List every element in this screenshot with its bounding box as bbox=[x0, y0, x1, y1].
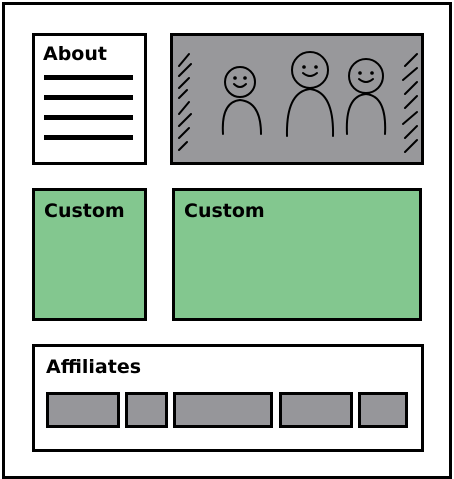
photo-block bbox=[170, 33, 424, 165]
text-line bbox=[44, 75, 133, 80]
custom-right-title: Custom bbox=[184, 200, 265, 222]
affiliate-logo bbox=[173, 392, 273, 428]
affiliates-block: Affiliates bbox=[32, 344, 424, 452]
affiliate-logo bbox=[46, 392, 120, 428]
about-title: About bbox=[43, 43, 107, 65]
text-line bbox=[44, 135, 133, 140]
affiliate-logo-row bbox=[46, 392, 408, 428]
affiliate-logo bbox=[279, 392, 353, 428]
about-block: About bbox=[32, 33, 147, 165]
affiliates-title: Affiliates bbox=[46, 356, 142, 378]
text-line bbox=[44, 115, 133, 120]
custom-left-title: Custom bbox=[44, 200, 125, 222]
people-illustration bbox=[178, 51, 418, 153]
page-frame: About Custom Custom Affiliates bbox=[2, 2, 452, 479]
custom-block-left: Custom bbox=[32, 188, 147, 321]
affiliate-logo bbox=[125, 392, 168, 428]
text-line bbox=[44, 95, 133, 100]
affiliate-logo bbox=[358, 392, 408, 428]
custom-block-right: Custom bbox=[172, 188, 422, 321]
